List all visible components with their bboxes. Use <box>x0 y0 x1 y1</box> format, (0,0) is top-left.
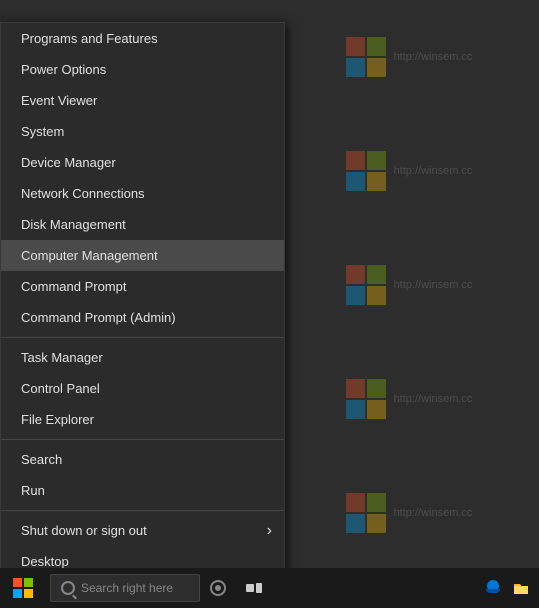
menu-item-disk-management[interactable]: Disk Management <box>1 209 284 240</box>
menu-item-control-panel[interactable]: Control Panel <box>1 373 284 404</box>
menu-separator-12 <box>1 439 284 440</box>
start-logo <box>13 578 33 598</box>
menu-separator-9 <box>1 337 284 338</box>
cortana-icon <box>210 580 226 596</box>
menu-item-task-manager[interactable]: Task Manager <box>1 342 284 373</box>
search-icon <box>61 581 75 595</box>
taskbar: Search right here <box>0 568 539 608</box>
context-menu: Programs and FeaturesPower OptionsEvent … <box>0 22 285 578</box>
search-placeholder-text: Search right here <box>81 581 173 595</box>
menu-item-network-connections[interactable]: Network Connections <box>1 178 284 209</box>
edge-icon[interactable] <box>483 578 503 598</box>
menu-item-computer-management[interactable]: Computer Management <box>1 240 284 271</box>
menu-item-run[interactable]: Run <box>1 475 284 506</box>
menu-item-programs-features[interactable]: Programs and Features <box>1 23 284 54</box>
menu-item-search[interactable]: Search <box>1 444 284 475</box>
menu-item-command-prompt-admin[interactable]: Command Prompt (Admin) <box>1 302 284 333</box>
taskbar-search-box[interactable]: Search right here <box>50 574 200 602</box>
menu-item-system[interactable]: System <box>1 116 284 147</box>
menu-item-file-explorer[interactable]: File Explorer <box>1 404 284 435</box>
menu-separator-14 <box>1 510 284 511</box>
system-tray <box>475 578 539 598</box>
taskview-button[interactable] <box>236 568 272 608</box>
menu-item-device-manager[interactable]: Device Manager <box>1 147 284 178</box>
cortana-button[interactable] <box>200 568 236 608</box>
menu-item-power-options[interactable]: Power Options <box>1 54 284 85</box>
menu-item-shut-down[interactable]: Shut down or sign out <box>1 515 284 546</box>
menu-item-event-viewer[interactable]: Event Viewer <box>1 85 284 116</box>
menu-item-command-prompt[interactable]: Command Prompt <box>1 271 284 302</box>
taskview-icon <box>246 583 262 593</box>
start-button[interactable] <box>0 568 45 608</box>
folder-icon[interactable] <box>511 578 531 598</box>
